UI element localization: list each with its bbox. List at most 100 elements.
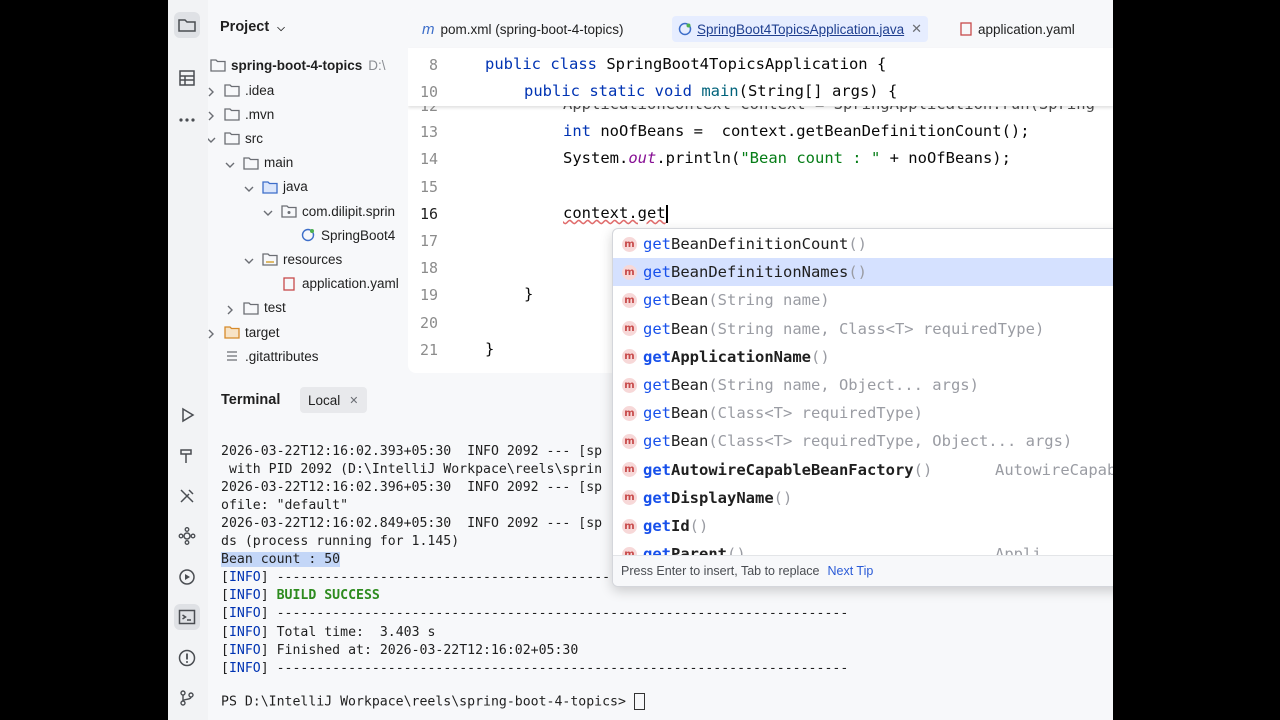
code-token: SpringBoot4TopicsApplication { — [606, 55, 887, 73]
code-token: (String[] args) { — [738, 82, 898, 100]
tree-item-root[interactable]: spring-boot-4-topics D:\ — [210, 54, 386, 76]
terminal-line: [INFO] BUILD SUCCESS — [221, 588, 380, 603]
maven-icon: m — [422, 20, 435, 38]
tree-item[interactable]: SpringBoot4 — [282, 224, 395, 246]
chevron-right-icon[interactable] — [208, 109, 216, 121]
tree-item[interactable]: main — [225, 152, 293, 174]
terminal-text: INFO — [228, 625, 261, 640]
plugins-icon[interactable] — [174, 523, 200, 549]
completion-match-prefix: get — [643, 460, 671, 479]
next-tip-link[interactable]: Next Tip — [827, 564, 873, 578]
chevron-right-icon[interactable] — [208, 327, 216, 339]
completion-method-name: BeanDefinitionCount — [671, 235, 849, 253]
completion-method-name: Bean — [671, 432, 709, 451]
editor-tabs: m pom.xml (spring-boot-4-topics) SpringB… — [408, 8, 1113, 48]
build-hammer-icon[interactable] — [174, 443, 200, 469]
completion-method-name: AutowireCapableBeanFactory — [671, 460, 914, 479]
terminal-text: INFO — [228, 588, 261, 603]
completion-item[interactable]: m get Bean (String name) — [613, 286, 1113, 314]
completion-item[interactable]: m get DisplayName() — [613, 484, 1113, 512]
line-number: 14 — [419, 150, 438, 168]
close-icon[interactable]: ✕ — [349, 394, 358, 407]
completion-item[interactable]: m get Bean (String name, Object... args) — [613, 371, 1113, 399]
tree-item-label: main — [264, 155, 294, 171]
project-panel-title[interactable]: Project ⌵ — [220, 19, 285, 35]
code-line-21[interactable]: } — [485, 340, 494, 358]
tab-application-yaml[interactable]: application.yaml — [960, 16, 1075, 42]
completion-item[interactable]: m get Id() — [613, 512, 1113, 540]
tab-application-java[interactable]: SpringBoot4TopicsApplication.java ✕ — [672, 16, 929, 42]
chevron-down-icon[interactable] — [208, 133, 216, 144]
tree-item-label: src — [245, 130, 263, 146]
tree-item[interactable]: src — [208, 127, 263, 149]
services-icon[interactable] — [174, 564, 200, 590]
left-toolbar — [168, 0, 208, 720]
completion-match-prefix: get — [643, 319, 671, 338]
chevron-down-icon[interactable] — [244, 254, 254, 265]
spring-class-icon — [678, 22, 692, 36]
tree-item[interactable]: java — [244, 176, 308, 198]
completion-item[interactable]: m get Bean (Class<T> requiredType) — [613, 399, 1113, 427]
tree-item[interactable]: com.dilipit.sprin — [263, 200, 395, 222]
terminal-tab-local[interactable]: Local ✕ — [300, 387, 367, 413]
run-icon[interactable] — [174, 402, 200, 428]
problems-icon[interactable] — [174, 645, 200, 671]
terminal-icon[interactable] — [174, 604, 200, 630]
terminal-text: [ — [221, 570, 229, 585]
completion-match-prefix: get — [643, 488, 671, 507]
tree-item[interactable]: target — [208, 321, 280, 343]
completion-item[interactable]: m get ApplicationName() — [613, 343, 1113, 371]
git-icon[interactable] — [174, 685, 200, 711]
chevron-right-icon[interactable] — [225, 303, 235, 315]
completion-item[interactable]: m get BeanDefinitionCount() — [613, 230, 1113, 258]
code-line-14[interactable]: System.out.println("Bean count : " + noO… — [563, 149, 1011, 167]
services-tools-icon[interactable] — [174, 483, 200, 509]
completion-item[interactable]: m get Bean (String name, Class<T> requiredT… — [613, 315, 1113, 343]
code-token: public class — [485, 55, 607, 73]
project-folder-icon[interactable] — [174, 12, 200, 38]
chevron-down-icon[interactable] — [244, 182, 254, 192]
tab-label: pom.xml (spring-boot-4-topics) — [440, 21, 624, 37]
tab-pom-xml[interactable]: m pom.xml (spring-boot-4-topics) — [422, 16, 624, 42]
chevron-down-icon[interactable] — [225, 158, 235, 168]
tree-item-label: .idea — [245, 82, 275, 98]
close-icon[interactable]: ✕ — [911, 21, 922, 37]
chevron-down-icon[interactable] — [263, 206, 273, 216]
terminal-line: 2026-03-22T12:16:02.396+05:30 INFO 2092 … — [221, 480, 602, 495]
tree-item[interactable]: application.yaml — [263, 273, 398, 295]
completion-type-hint: AutowireCapab — [995, 460, 1113, 479]
code-token: System. — [563, 149, 629, 167]
completion-params: (String name, Class<T> requiredType) — [708, 319, 1045, 338]
completion-match-prefix: get — [643, 517, 671, 535]
line-number: 8 — [428, 56, 438, 74]
terminal-text: ----------------------------------------… — [276, 661, 849, 676]
code-token: noOfBeans = context.getBeanDefinitionCou… — [600, 122, 1030, 140]
completion-item[interactable]: m get Bean (Class<T> requiredType, Object..… — [613, 427, 1113, 455]
tab-label: application.yaml — [978, 21, 1075, 37]
code-line-13[interactable]: int noOfBeans = context.getBeanDefinitio… — [563, 122, 1030, 140]
tree-item[interactable]: .mvn — [208, 103, 274, 125]
completion-method-name: ApplicationName — [671, 347, 811, 366]
chevron-right-icon[interactable] — [208, 85, 216, 97]
completion-item[interactable]: m get BeanDefinitionNames() — [613, 258, 1113, 287]
tree-item-label: com.dilipit.sprin — [302, 203, 396, 219]
code-line-8[interactable]: public class SpringBoot4TopicsApplicatio… — [485, 55, 886, 73]
terminal-line: Bean count : 50 — [221, 552, 341, 567]
tree-item[interactable]: test — [225, 297, 286, 319]
structure-icon[interactable] — [174, 65, 200, 91]
method-icon: m — [622, 405, 637, 421]
code-line-19[interactable]: } — [524, 285, 533, 303]
terminal-text: Finished at: 2026-03-22T12:16:02+05:30 — [276, 643, 579, 658]
method-icon: m — [622, 518, 637, 534]
completion-match-prefix: get — [643, 291, 671, 310]
more-icon[interactable] — [174, 105, 200, 131]
tree-item[interactable]: .idea — [208, 79, 274, 101]
code-line-16[interactable]: context.get — [563, 204, 668, 223]
code-line-10[interactable]: public static void main(String[] args) { — [524, 82, 897, 100]
terminal-text: [ — [221, 588, 229, 603]
tree-item[interactable]: .gitattributes — [208, 345, 319, 367]
completion-item[interactable]: m get AutowireCapableBeanFactory() Autowire… — [613, 456, 1113, 484]
tree-item[interactable]: resources — [244, 248, 342, 270]
terminal-prompt-line[interactable]: PS D:\IntelliJ Workpace\reels\spring-boo… — [221, 693, 645, 710]
